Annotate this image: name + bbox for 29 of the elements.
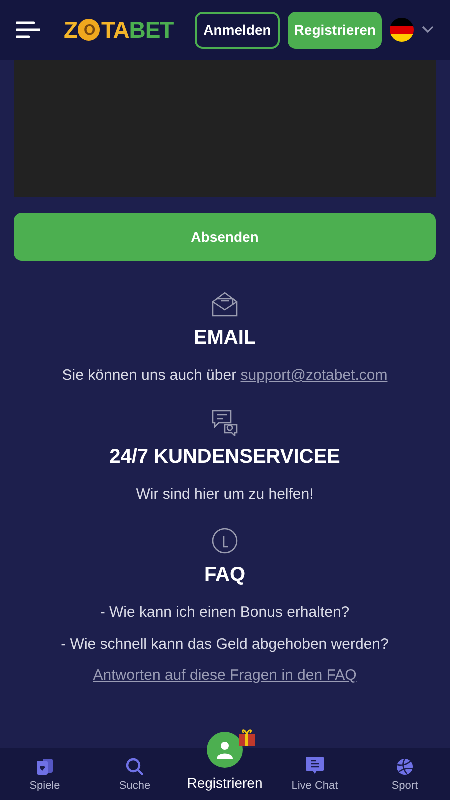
section-title: EMAIL — [194, 326, 256, 351]
nav-label[interactable]: Registrieren — [187, 773, 263, 794]
chat-bubbles-icon — [212, 410, 238, 436]
chevron-down-icon[interactable] — [422, 26, 434, 34]
logo[interactable]: Z O TABET — [64, 18, 174, 42]
profile-button[interactable] — [207, 732, 243, 768]
clock-icon — [212, 528, 238, 554]
info-text: Sie können uns auch über support@zotabet.com — [62, 366, 388, 386]
email-link[interactable]: support@zotabet.com — [240, 367, 388, 384]
faq-link[interactable]: Antworten auf diese Fragen in den FAQ — [93, 665, 357, 688]
info-text: - Wie kann ich einen Bonus erhalten? — [100, 603, 350, 623]
gift-icon — [238, 728, 256, 746]
envelope-icon — [212, 291, 238, 317]
nav-item[interactable]: Suche — [90, 758, 180, 794]
chat-icon — [305, 756, 325, 776]
info-text: - Wie schnell kann das Geld abgehoben werden? — [61, 634, 389, 654]
nav-item[interactable]: Live Chat — [270, 756, 360, 794]
message-field[interactable] — [14, 60, 436, 197]
user-icon — [217, 741, 233, 759]
germany-flag-icon[interactable] — [390, 18, 414, 42]
nav-item[interactable]: Sport — [360, 758, 450, 794]
cards-icon — [36, 758, 54, 776]
menu-icon[interactable] — [16, 21, 40, 39]
nav-item[interactable]: Spiele — [0, 758, 90, 794]
section-title: 24/7 KUNDENSERVICEE — [110, 444, 340, 470]
search-icon — [126, 758, 144, 776]
login-button[interactable]: Anmelden — [194, 12, 280, 48]
section-title: FAQ — [204, 563, 246, 588]
info-text: Wir sind hier um zu helfen! — [136, 484, 314, 504]
